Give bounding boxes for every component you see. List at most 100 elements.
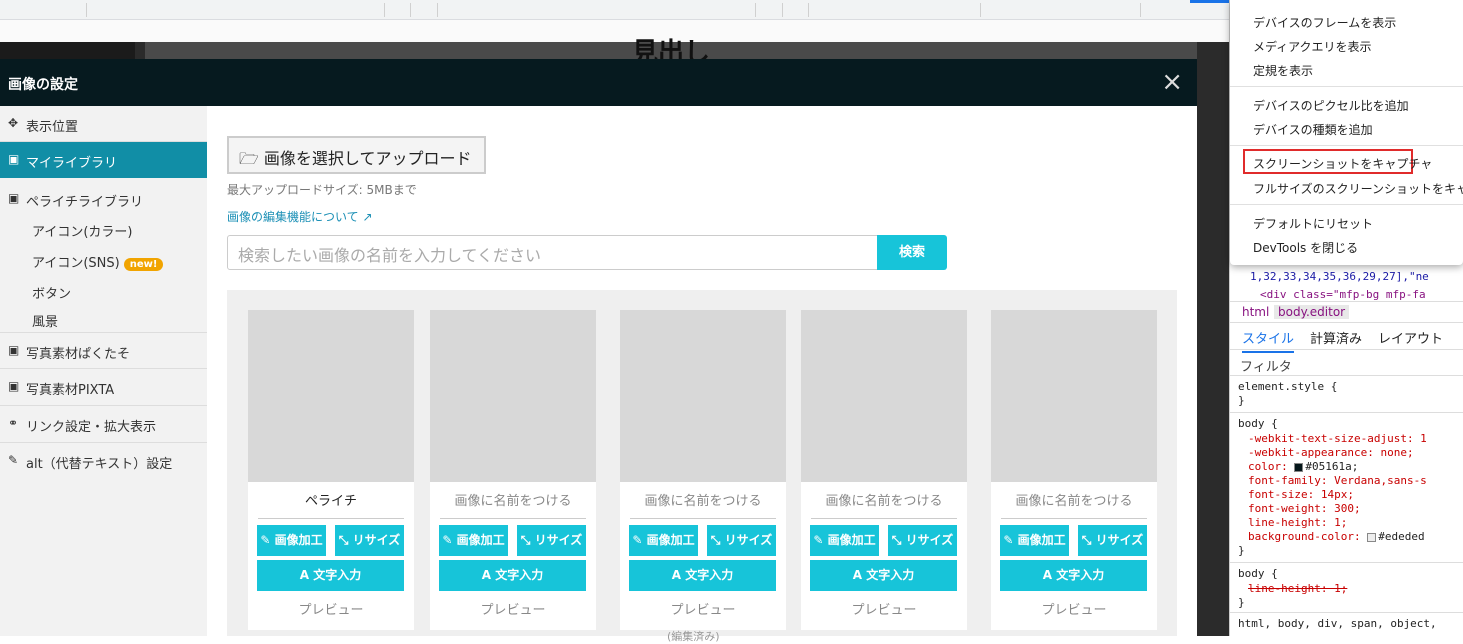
rule-property[interactable]: -webkit-appearance: none; xyxy=(1248,446,1414,459)
nav-item-alt-settings[interactable]: ✎ alt（代替テキスト）設定 xyxy=(0,443,207,479)
edit-feature-link[interactable]: 画像の編集機能について ↗ xyxy=(227,208,373,225)
image-thumbnail[interactable] xyxy=(620,310,786,482)
text-input-button[interactable]: A 文字入力 xyxy=(810,560,957,591)
image-name[interactable]: 画像に名前をつける xyxy=(991,490,1157,509)
rule-property[interactable]: font-size: 14px; xyxy=(1248,488,1354,501)
resize-button[interactable]: ⤡ リサイズ xyxy=(707,525,776,556)
image-name[interactable]: ペライチ xyxy=(248,490,414,509)
rule-property[interactable]: font-weight: 300; xyxy=(1248,502,1361,515)
resize-label: リサイズ xyxy=(352,533,401,547)
close-icon[interactable]: × xyxy=(1161,67,1183,97)
color-swatch[interactable] xyxy=(1294,462,1304,472)
edit-image-button[interactable]: ✎ 画像加工 xyxy=(257,525,326,556)
resize-button[interactable]: ⤡ リサイズ xyxy=(888,525,957,556)
filter-input[interactable]: フィルタ xyxy=(1230,350,1463,376)
menu-item-show-rulers[interactable]: 定規を表示 xyxy=(1253,62,1313,79)
ruler-active xyxy=(1190,0,1230,3)
tab-layout[interactable]: レイアウト xyxy=(1378,328,1443,347)
rule-property[interactable]: color: #05161a; xyxy=(1248,460,1358,473)
nav-subitem-icon-color[interactable]: アイコン(カラー) xyxy=(32,221,133,240)
rule-property[interactable]: background-color: #ededed xyxy=(1248,530,1425,543)
rule-property[interactable]: font-family: Verdana,sans-s xyxy=(1248,474,1427,487)
divider xyxy=(1230,562,1463,563)
styles-rules: element.style { } body { -webkit-text-si… xyxy=(1230,377,1463,636)
rule-end: } xyxy=(1238,544,1245,557)
rule-property[interactable]: -webkit-text-size-adjust: 1 xyxy=(1248,432,1427,445)
rule-property[interactable]: line-height: 1; xyxy=(1248,516,1347,529)
nav-item-my-library[interactable]: ▣ マイライブラリ xyxy=(0,142,207,178)
divider xyxy=(811,518,957,519)
search-input[interactable]: 検索したい画像の名前を入力してください xyxy=(227,235,878,270)
bg-prop-value: #ededed xyxy=(1378,530,1425,543)
image-thumbnail[interactable] xyxy=(991,310,1157,482)
menu-item-show-media-queries[interactable]: メディアクエリを表示 xyxy=(1253,38,1372,55)
image-name[interactable]: 画像に名前をつける xyxy=(430,490,596,509)
preview-link[interactable]: プレビュー xyxy=(430,599,596,618)
nav-subitem-button[interactable]: ボタン xyxy=(32,283,71,302)
modal-sidebar: ✥ 表示位置 ▣ マイライブラリ ▣ ペライチライブラリ アイコン(カラー) ア… xyxy=(0,106,207,636)
devtools-tabs: スタイル 計算済み レイアウト xyxy=(1230,323,1463,353)
text-input-button[interactable]: A 文字入力 xyxy=(439,560,586,591)
crumb-html[interactable]: html xyxy=(1242,305,1269,319)
edit-image-label: 画像加工 xyxy=(1017,533,1066,547)
edit-image-button[interactable]: ✎ 画像加工 xyxy=(629,525,698,556)
text-input-button[interactable]: A 文字入力 xyxy=(257,560,404,591)
image-card: 画像に名前をつける ✎ 画像加工 ⤡ リサイズ A 文字入力 プレビュー xyxy=(430,310,596,630)
nav-item-peraichi-library[interactable]: ▣ ペライチライブラリ xyxy=(0,181,207,217)
image-name[interactable]: 画像に名前をつける xyxy=(801,490,967,509)
rule-selector: element.style { xyxy=(1238,380,1338,393)
tab-computed[interactable]: 計算済み xyxy=(1310,328,1362,347)
menu-item-reset-defaults[interactable]: デフォルトにリセット xyxy=(1253,215,1373,232)
preview-link[interactable]: プレビュー xyxy=(248,599,414,618)
rule-selector: body { xyxy=(1238,417,1278,430)
image-thumbnail[interactable] xyxy=(248,310,414,482)
image-thumbnail[interactable] xyxy=(801,310,967,482)
resize-button[interactable]: ⤡ リサイズ xyxy=(517,525,586,556)
image-gallery: ペライチ ✎ 画像加工 ⤡ リサイズ A 文字入力 プレビュー 画像に名前をつけ… xyxy=(227,290,1177,643)
move-icon: ✥ xyxy=(8,116,19,130)
menu-item-show-device-frame[interactable]: デバイスのフレームを表示 xyxy=(1253,14,1396,31)
image-name[interactable]: 画像に名前をつける xyxy=(620,490,786,509)
edit-image-button[interactable]: ✎ 画像加工 xyxy=(1000,525,1069,556)
resize-label: リサイズ xyxy=(534,533,583,547)
code-line[interactable]: <div class="mfp-bg mfp-fa xyxy=(1260,288,1426,301)
page-strip xyxy=(0,20,1229,42)
menu-item-add-pixel-ratio[interactable]: デバイスのピクセル比を追加 xyxy=(1253,97,1409,114)
menu-item-add-device-type[interactable]: デバイスの種類を追加 xyxy=(1253,121,1373,138)
color-swatch[interactable] xyxy=(1367,532,1377,542)
text-input-button[interactable]: A 文字入力 xyxy=(629,560,776,591)
text-input-button[interactable]: A 文字入力 xyxy=(1000,560,1147,591)
divider xyxy=(440,518,586,519)
ruler-mark xyxy=(410,3,411,17)
edit-image-button[interactable]: ✎ 画像加工 xyxy=(439,525,508,556)
crumb-body[interactable]: body.editor xyxy=(1274,305,1350,319)
nav-item-link-settings[interactable]: ⚭ リンク設定・拡大表示 xyxy=(0,406,207,442)
nav-item-label: alt（代替テキスト）設定 xyxy=(26,457,173,472)
nav-subitem-scenery[interactable]: 風景 xyxy=(32,311,58,330)
rule-property-overridden[interactable]: line-height: 1; xyxy=(1248,582,1347,595)
upload-button[interactable]: 🗁 画像を選択してアップロード xyxy=(227,136,486,174)
nav-item-label: 写真素材PIXTA xyxy=(26,383,115,398)
edit-image-button[interactable]: ✎ 画像加工 xyxy=(810,525,879,556)
menu-item-capture-full-screenshot[interactable]: フルサイズのスクリーンショットをキャプチャ xyxy=(1253,180,1463,197)
menu-item-capture-screenshot[interactable]: スクリーンショットをキャプチャ xyxy=(1253,155,1432,172)
link-icon: ⚭ xyxy=(8,416,19,430)
preview-link[interactable]: プレビュー xyxy=(801,599,967,618)
search-button[interactable]: 検索 xyxy=(877,235,947,270)
nav-item-position[interactable]: ✥ 表示位置 xyxy=(0,106,207,142)
nav-subitem-icon-sns[interactable]: アイコン(SNS) new! xyxy=(32,252,164,271)
menu-item-close-devtools[interactable]: DevTools を閉じる xyxy=(1253,239,1358,256)
ruler-mark xyxy=(808,3,809,17)
nav-item-pakutaso[interactable]: ▣ 写真素材ぱくたそ xyxy=(0,333,207,369)
resize-button[interactable]: ⤡ リサイズ xyxy=(335,525,404,556)
preview-link[interactable]: プレビュー xyxy=(991,599,1157,618)
resize-button[interactable]: ⤡ リサイズ xyxy=(1078,525,1147,556)
divider xyxy=(630,518,776,519)
image-thumbnail[interactable] xyxy=(430,310,596,482)
preview-link[interactable]: プレビュー xyxy=(620,599,786,618)
image-icon: ▣ xyxy=(8,152,20,166)
nav-item-pixta[interactable]: ▣ 写真素材PIXTA xyxy=(0,369,207,405)
image-icon: ▣ xyxy=(8,343,20,357)
divider xyxy=(1230,145,1463,146)
ruler-mark xyxy=(384,3,385,17)
